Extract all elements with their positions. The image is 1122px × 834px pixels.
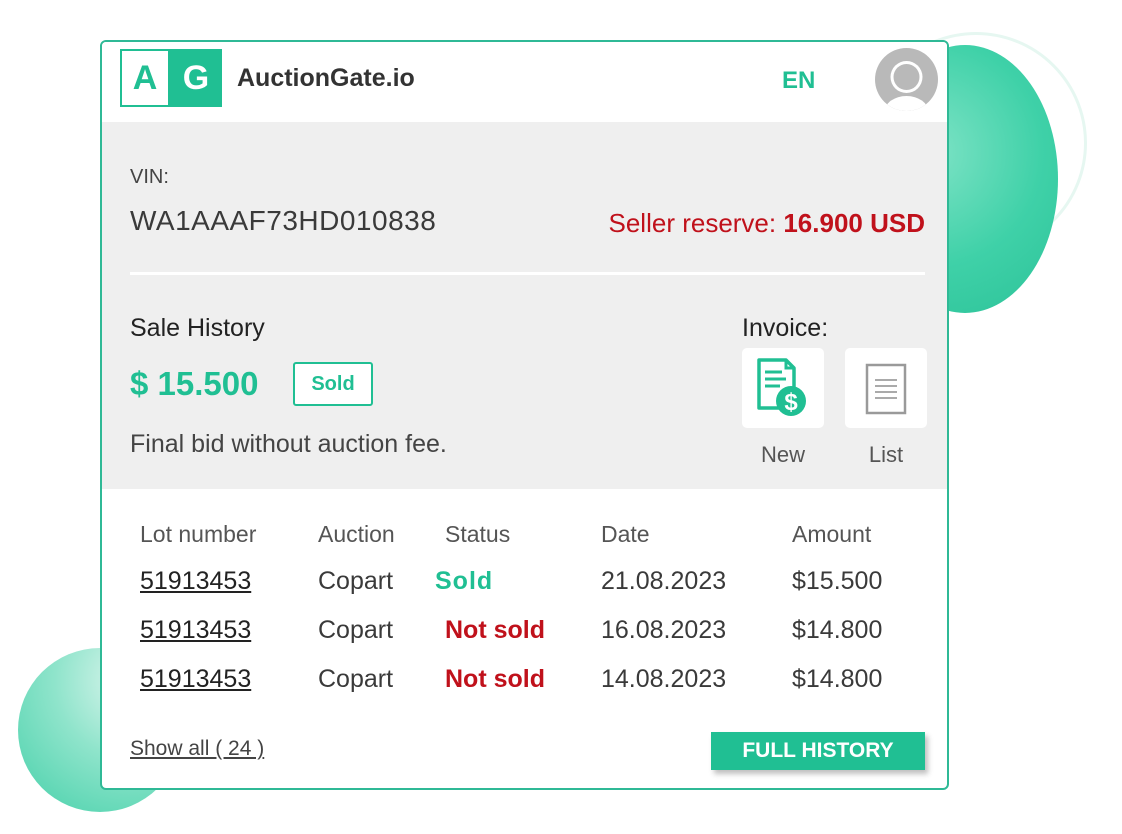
seller-reserve-label: Seller reserve: bbox=[608, 208, 784, 238]
column-header-date: Date bbox=[601, 521, 650, 547]
invoice-new-button[interactable]: $ bbox=[742, 348, 824, 428]
invoice-dollar-icon: $ bbox=[757, 358, 806, 416]
sale-amount: $14.800 bbox=[792, 665, 883, 693]
sale-date: 21.08.2023 bbox=[601, 567, 727, 595]
user-avatar-icon[interactable] bbox=[875, 48, 938, 111]
show-all-link[interactable]: Show all ( 24 ) bbox=[130, 737, 264, 761]
status-not-sold: Not sold bbox=[445, 616, 545, 644]
status-sold: Sold bbox=[435, 567, 494, 595]
seller-reserve-value: 16.900 USD bbox=[783, 208, 925, 238]
divider bbox=[130, 272, 925, 275]
sale-amount: $15.500 bbox=[792, 567, 883, 595]
invoice-list-label: List bbox=[868, 442, 904, 467]
invoice-title: Invoice: bbox=[742, 314, 829, 342]
document-list-icon bbox=[865, 363, 907, 415]
sale-price: $ 15.500 bbox=[130, 365, 259, 402]
seller-reserve: Seller reserve: 16.900 USD bbox=[609, 208, 926, 239]
final-bid-note: Final bid without auction fee. bbox=[130, 430, 447, 458]
vin-value: WA1AAAF73HD010838 bbox=[130, 205, 437, 236]
full-history-button[interactable]: FULL HISTORY bbox=[711, 732, 925, 770]
logo-letter-g: G bbox=[170, 49, 222, 107]
table-row: 51913453 Copart Sold 21.08.2023 $15.500 bbox=[102, 567, 947, 615]
vehicle-card: A G AuctionGate.io EN VIN: WA1AAAF73HD01… bbox=[100, 40, 949, 790]
status-not-sold: Not sold bbox=[445, 665, 545, 693]
sale-amount: $14.800 bbox=[792, 616, 883, 644]
card-header: A G AuctionGate.io EN bbox=[102, 42, 947, 122]
vin-label: VIN: bbox=[130, 166, 169, 188]
column-header-status: Status bbox=[445, 521, 511, 547]
invoice-list-button[interactable] bbox=[845, 348, 927, 428]
lot-number-link[interactable]: 51913453 bbox=[140, 567, 251, 596]
status-badge: Sold bbox=[293, 362, 373, 406]
lot-number-link[interactable]: 51913453 bbox=[140, 616, 251, 645]
column-header-auction: Auction bbox=[318, 521, 395, 547]
sale-date: 16.08.2023 bbox=[601, 616, 727, 644]
invoice-new-label: New bbox=[760, 442, 805, 467]
auction-name: Copart bbox=[318, 665, 394, 693]
sale-date: 14.08.2023 bbox=[601, 665, 727, 693]
brand-name: AuctionGate.io bbox=[237, 64, 415, 92]
sale-history-title: Sale History bbox=[130, 314, 265, 342]
vehicle-summary-panel: VIN: WA1AAAF73HD010838 Seller reserve: 1… bbox=[102, 122, 947, 489]
lot-number-link[interactable]: 51913453 bbox=[140, 665, 251, 694]
auction-name: Copart bbox=[318, 616, 394, 644]
table-row: 51913453 Copart Not sold 14.08.2023 $14.… bbox=[102, 665, 947, 713]
table-row: 51913453 Copart Not sold 16.08.2023 $14.… bbox=[102, 616, 947, 664]
svg-text:$: $ bbox=[784, 389, 798, 416]
column-header-lot: Lot number bbox=[140, 521, 257, 547]
column-header-amount: Amount bbox=[792, 521, 872, 547]
language-selector[interactable]: EN bbox=[782, 67, 815, 95]
logo-letter-a: A bbox=[120, 49, 170, 107]
auction-name: Copart bbox=[318, 567, 394, 595]
